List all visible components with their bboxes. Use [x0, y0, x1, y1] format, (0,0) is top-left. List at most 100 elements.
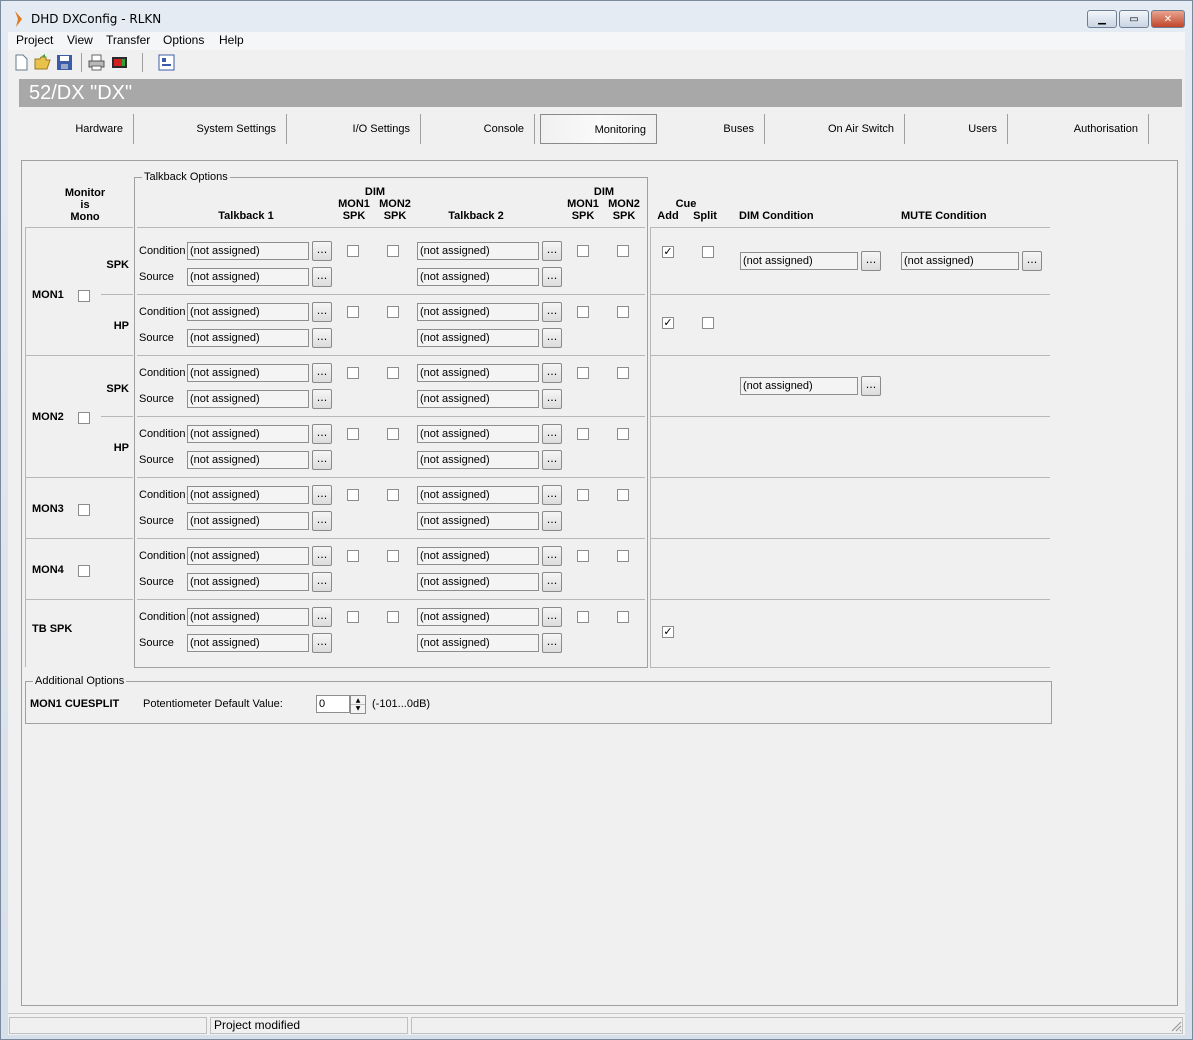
menu-transfer[interactable]: Transfer	[106, 33, 150, 47]
talkback2-condition-browse-button[interactable]: ...	[542, 424, 562, 444]
talkback2-source-field[interactable]: (not assigned)	[417, 512, 539, 530]
talkback1-dim-mon2-checkbox[interactable]	[387, 367, 399, 379]
talkback1-source-field[interactable]: (not assigned)	[187, 634, 309, 652]
talkback1-dim-mon2-checkbox[interactable]	[387, 428, 399, 440]
talkback1-condition-browse-button[interactable]: ...	[312, 302, 332, 322]
menu-project[interactable]: Project	[16, 33, 53, 47]
cue-split-checkbox[interactable]	[702, 246, 714, 258]
dim-condition-field[interactable]: (not assigned)	[740, 252, 858, 270]
talkback1-condition-field[interactable]: (not assigned)	[187, 547, 309, 565]
menu-help[interactable]: Help	[219, 33, 244, 47]
spin-down-icon[interactable]: ▼	[351, 705, 365, 713]
potentiometer-spinner[interactable]: ▲ ▼	[350, 695, 366, 714]
monitor-mono-checkbox[interactable]	[78, 565, 90, 577]
talkback1-condition-field[interactable]: (not assigned)	[187, 242, 309, 260]
cue-add-checkbox[interactable]: ✓	[662, 246, 674, 258]
talkback1-dim-mon1-checkbox[interactable]	[347, 428, 359, 440]
resize-grip-icon[interactable]	[1171, 1021, 1182, 1032]
talkback2-condition-field[interactable]: (not assigned)	[417, 242, 539, 260]
talkback2-dim-mon2-checkbox[interactable]	[617, 428, 629, 440]
monitor-mono-checkbox[interactable]	[78, 504, 90, 516]
talkback1-dim-mon1-checkbox[interactable]	[347, 367, 359, 379]
talkback1-source-browse-button[interactable]: ...	[312, 572, 332, 592]
talkback1-source-browse-button[interactable]: ...	[312, 267, 332, 287]
tab-hardware[interactable]: Hardware	[19, 114, 134, 144]
talkback2-condition-field[interactable]: (not assigned)	[417, 547, 539, 565]
talkback1-dim-mon2-checkbox[interactable]	[387, 611, 399, 623]
talkback2-condition-browse-button[interactable]: ...	[542, 241, 562, 261]
talkback2-dim-mon1-checkbox[interactable]	[577, 428, 589, 440]
dim-condition-browse-button[interactable]: ...	[861, 251, 881, 271]
talkback1-condition-browse-button[interactable]: ...	[312, 241, 332, 261]
monitor-mono-checkbox[interactable]	[78, 290, 90, 302]
talkback1-dim-mon2-checkbox[interactable]	[387, 489, 399, 501]
talkback1-condition-browse-button[interactable]: ...	[312, 485, 332, 505]
mute-condition-field[interactable]: (not assigned)	[901, 252, 1019, 270]
talkback1-dim-mon2-checkbox[interactable]	[387, 245, 399, 257]
menu-options[interactable]: Options	[163, 33, 204, 47]
talkback1-condition-field[interactable]: (not assigned)	[187, 364, 309, 382]
talkback1-source-field[interactable]: (not assigned)	[187, 573, 309, 591]
cue-add-checkbox[interactable]: ✓	[662, 626, 674, 638]
talkback2-source-field[interactable]: (not assigned)	[417, 268, 539, 286]
cue-add-checkbox[interactable]: ✓	[662, 317, 674, 329]
save-icon[interactable]	[56, 54, 73, 71]
talkback2-dim-mon1-checkbox[interactable]	[577, 489, 589, 501]
new-file-icon[interactable]	[13, 54, 30, 71]
talkback1-condition-browse-button[interactable]: ...	[312, 424, 332, 444]
talkback1-source-browse-button[interactable]: ...	[312, 511, 332, 531]
talkback1-source-field[interactable]: (not assigned)	[187, 390, 309, 408]
talkback1-dim-mon1-checkbox[interactable]	[347, 550, 359, 562]
talkback1-source-field[interactable]: (not assigned)	[187, 451, 309, 469]
tab-users[interactable]: Users	[905, 114, 1008, 144]
talkback2-source-field[interactable]: (not assigned)	[417, 390, 539, 408]
talkback2-source-browse-button[interactable]: ...	[542, 267, 562, 287]
talkback1-condition-field[interactable]: (not assigned)	[187, 303, 309, 321]
talkback2-source-field[interactable]: (not assigned)	[417, 573, 539, 591]
talkback1-source-browse-button[interactable]: ...	[312, 450, 332, 470]
talkback1-condition-field[interactable]: (not assigned)	[187, 608, 309, 626]
talkback2-dim-mon1-checkbox[interactable]	[577, 550, 589, 562]
talkback1-dim-mon2-checkbox[interactable]	[387, 306, 399, 318]
talkback1-source-field[interactable]: (not assigned)	[187, 329, 309, 347]
monitor-mono-checkbox[interactable]	[78, 412, 90, 424]
tab-system-settings[interactable]: System Settings	[134, 114, 287, 144]
talkback2-condition-field[interactable]: (not assigned)	[417, 303, 539, 321]
spin-up-icon[interactable]: ▲	[351, 696, 365, 705]
talkback2-dim-mon1-checkbox[interactable]	[577, 245, 589, 257]
maximize-button[interactable]: ▭	[1119, 10, 1149, 28]
talkback2-source-browse-button[interactable]: ...	[542, 511, 562, 531]
talkback2-dim-mon2-checkbox[interactable]	[617, 550, 629, 562]
talkback1-dim-mon2-checkbox[interactable]	[387, 550, 399, 562]
dim-condition-field[interactable]: (not assigned)	[740, 377, 858, 395]
properties-icon[interactable]	[158, 54, 175, 71]
talkback1-condition-browse-button[interactable]: ...	[312, 363, 332, 383]
talkback2-source-browse-button[interactable]: ...	[542, 328, 562, 348]
talkback2-dim-mon1-checkbox[interactable]	[577, 306, 589, 318]
talkback2-source-field[interactable]: (not assigned)	[417, 329, 539, 347]
tab-buses[interactable]: Buses	[661, 114, 765, 144]
cue-split-checkbox[interactable]	[702, 317, 714, 329]
dim-condition-browse-button[interactable]: ...	[861, 376, 881, 396]
menu-view[interactable]: View	[67, 33, 93, 47]
talkback1-source-browse-button[interactable]: ...	[312, 389, 332, 409]
tab-authorisation[interactable]: Authorisation	[1008, 114, 1149, 144]
talkback2-dim-mon2-checkbox[interactable]	[617, 489, 629, 501]
minimize-button[interactable]: ▁	[1087, 10, 1117, 28]
talkback2-dim-mon2-checkbox[interactable]	[617, 611, 629, 623]
talkback2-source-field[interactable]: (not assigned)	[417, 634, 539, 652]
close-button[interactable]: ✕	[1151, 10, 1185, 28]
mute-condition-browse-button[interactable]: ...	[1022, 251, 1042, 271]
tab-console[interactable]: Console	[421, 114, 535, 144]
talkback2-condition-field[interactable]: (not assigned)	[417, 364, 539, 382]
talkback2-dim-mon2-checkbox[interactable]	[617, 245, 629, 257]
talkback2-dim-mon1-checkbox[interactable]	[577, 367, 589, 379]
talkback2-condition-browse-button[interactable]: ...	[542, 607, 562, 627]
talkback1-source-browse-button[interactable]: ...	[312, 328, 332, 348]
talkback1-dim-mon1-checkbox[interactable]	[347, 306, 359, 318]
talkback2-source-browse-button[interactable]: ...	[542, 633, 562, 653]
talkback2-dim-mon2-checkbox[interactable]	[617, 306, 629, 318]
print-icon[interactable]	[88, 54, 105, 71]
talkback1-dim-mon1-checkbox[interactable]	[347, 611, 359, 623]
tab-on-air-switch[interactable]: On Air Switch	[765, 114, 905, 144]
